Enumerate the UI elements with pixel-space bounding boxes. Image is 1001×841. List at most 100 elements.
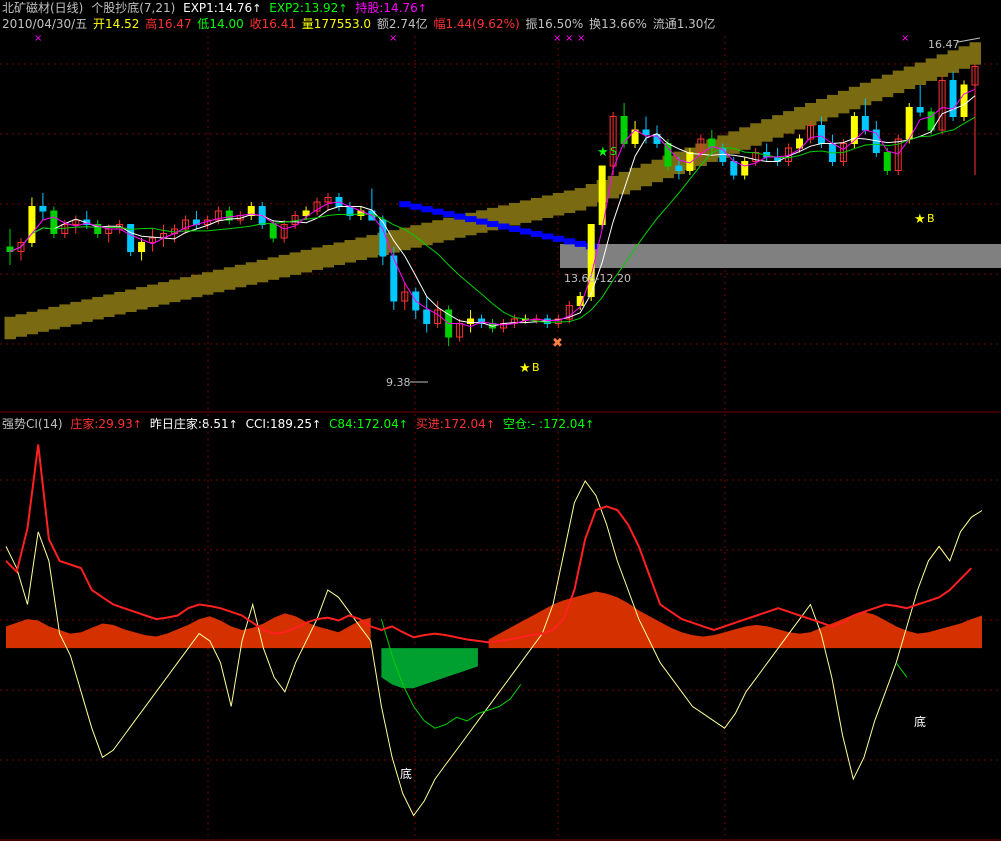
support-band-step	[914, 62, 927, 85]
low-price-label: 9.38	[386, 376, 411, 389]
candle-body	[302, 210, 310, 216]
support-band-step	[794, 107, 806, 130]
support-band-step	[508, 202, 521, 226]
support-band-step	[169, 279, 181, 303]
support-band-step	[70, 301, 82, 325]
stock-chart: 16.479.3813.66-12.20★ B★ B★ S✖底底× × × × × ×	[0, 33, 1001, 841]
chart-grid	[0, 36, 1001, 841]
support-band-step	[136, 287, 148, 310]
candle-body	[423, 309, 431, 324]
bottom-label: 底	[914, 714, 926, 729]
blue-bar	[465, 216, 477, 223]
support-band-step	[925, 58, 938, 81]
support-band-step	[311, 247, 324, 270]
blue-bar	[541, 233, 554, 240]
support-band-step	[147, 284, 159, 308]
buy-marker-label: B	[532, 361, 540, 374]
support-band-step	[15, 314, 27, 337]
support-band-step	[125, 289, 137, 313]
support-band-step	[728, 131, 740, 154]
support-band-step	[179, 277, 192, 300]
support-band-step	[443, 217, 455, 241]
support-band-step	[48, 306, 60, 330]
candle-body	[138, 242, 146, 252]
support-band-step	[81, 299, 93, 322]
bottom-label: 底	[400, 766, 412, 781]
blue-bar	[421, 206, 433, 213]
sell-marker-label: S	[610, 145, 617, 158]
chart-annotations: 16.479.3813.66-12.20★ B★ B★ S✖底底× × × × × ×	[34, 33, 981, 781]
support-band-step	[366, 235, 378, 258]
cci-line	[5, 479, 983, 817]
support-band-step	[903, 66, 916, 90]
candle-body	[50, 210, 58, 234]
support-band-step	[289, 252, 302, 275]
candle-body	[269, 224, 277, 239]
support-band-step	[322, 244, 334, 268]
candle-body	[675, 165, 683, 171]
support-band-step	[640, 163, 653, 187]
support-band-step	[300, 249, 313, 273]
candle-body	[587, 224, 595, 297]
high-price-label: 16.47	[928, 38, 960, 51]
blue-bar	[399, 201, 411, 208]
support-band-step	[574, 188, 587, 211]
signal-mark-icon: ×	[553, 33, 561, 44]
price-panel	[4, 42, 1001, 346]
candle-body	[960, 84, 968, 117]
blue-bar	[563, 238, 576, 245]
support-band-step	[333, 242, 345, 265]
support-band-step	[958, 46, 971, 69]
buy-star-icon: ★	[914, 212, 926, 227]
candle-body	[817, 125, 825, 144]
candle-body	[730, 161, 738, 176]
support-band-step	[201, 272, 214, 295]
candle-body	[642, 129, 650, 135]
support-band-step	[848, 86, 861, 110]
support-band-step	[585, 184, 598, 207]
signal-mark-icon: ×	[34, 33, 42, 44]
candle-body	[28, 206, 36, 243]
signal-mark-icon: ×	[577, 33, 585, 44]
candle-body	[861, 116, 869, 131]
support-band-step	[355, 237, 367, 261]
support-band-step	[892, 70, 905, 94]
blue-bar	[497, 223, 510, 230]
signal-mark-icon: ×	[565, 33, 573, 44]
support-band-step	[947, 50, 960, 73]
support-band-step	[870, 78, 883, 102]
support-band-step	[750, 123, 762, 146]
blue-bar	[487, 221, 499, 228]
support-band-step	[234, 264, 247, 288]
candle-body	[664, 143, 672, 167]
support-band-step	[158, 282, 170, 305]
support-band-step	[783, 111, 795, 134]
support-band-step	[837, 90, 850, 114]
support-band-step	[541, 195, 554, 218]
blue-bar	[476, 218, 488, 225]
support-band-step	[92, 296, 104, 320]
zhuangjia-line	[5, 444, 973, 644]
support-band-step	[4, 316, 16, 340]
candle-body	[916, 107, 924, 113]
support-band-step	[826, 94, 839, 118]
support-band-step	[59, 304, 71, 327]
support-band-step	[432, 220, 444, 243]
support-band-step	[26, 311, 38, 335]
blue-bar	[530, 230, 543, 237]
support-band-step	[772, 115, 784, 138]
support-band-step	[37, 309, 49, 332]
support-band-step	[739, 127, 751, 150]
candle-body	[39, 206, 47, 212]
candle-body	[741, 161, 749, 176]
support-band-step	[651, 159, 663, 183]
support-band-step	[530, 197, 543, 221]
support-band-step	[267, 257, 280, 280]
support-band-step	[114, 292, 126, 315]
ci-negative-area	[381, 648, 478, 689]
blue-bar	[410, 203, 422, 210]
support-band-step	[969, 42, 981, 65]
support-band-step	[190, 274, 203, 298]
signal-mark-icon: ×	[901, 33, 909, 44]
blue-bar	[574, 240, 587, 247]
